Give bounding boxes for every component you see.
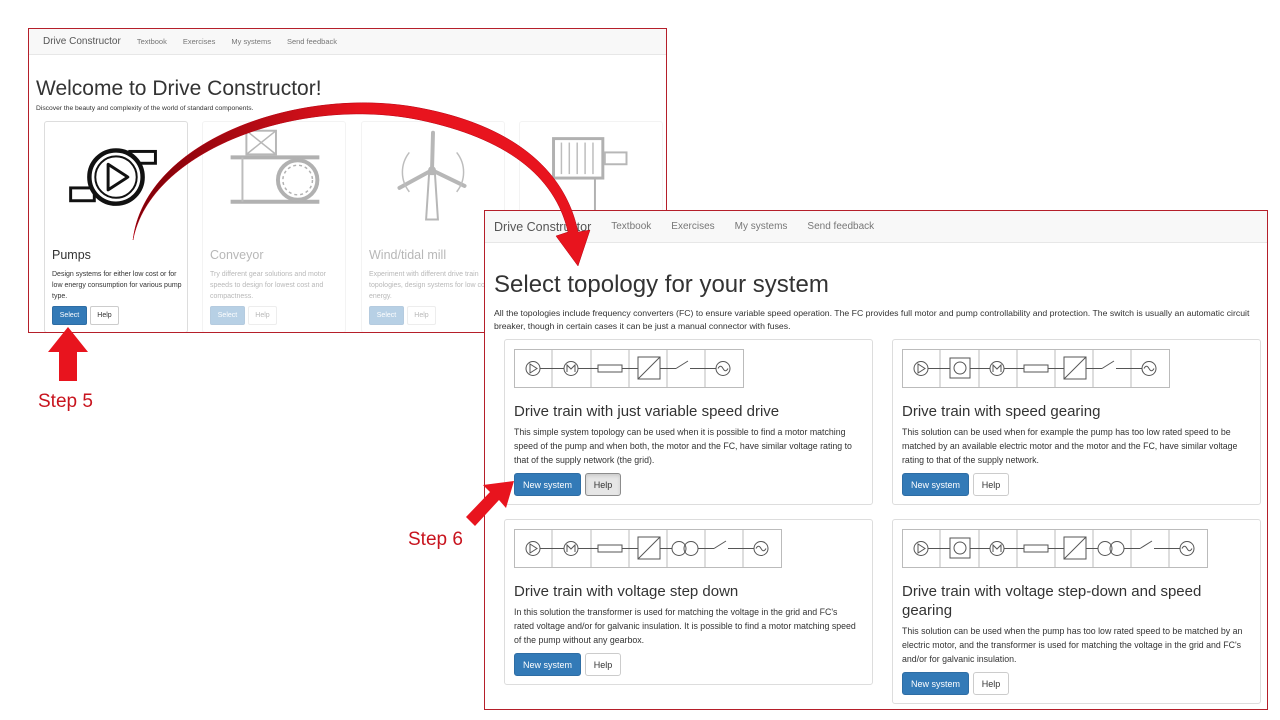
page-title: Select topology for your system [494, 271, 829, 298]
topology-card-voltage-step-down: Drive train with voltage step down In th… [504, 519, 873, 685]
page-title: Welcome to Drive Constructor! [36, 77, 322, 100]
card-description: This solution can be used when for examp… [902, 427, 1238, 465]
topology-screenshot: Drive Constructor Textbook Exercises My … [484, 210, 1268, 710]
tutorial-composite: Drive Constructor Textbook Exercises My … [0, 0, 1280, 720]
new-system-button[interactable]: New system [514, 653, 581, 676]
page-intro: All the topologies include frequency con… [494, 308, 1250, 331]
brand-link[interactable]: Drive Constructor [494, 220, 591, 234]
card-description: Design systems for either low cost or fo… [52, 271, 182, 300]
card-conveyor: Conveyor Try different gear solutions an… [202, 121, 346, 332]
new-system-button[interactable]: New system [902, 473, 969, 496]
card-title: Drive train with voltage step down [514, 583, 739, 600]
select-button[interactable]: Select [369, 306, 404, 325]
step-5-label: Step 5 [38, 391, 93, 412]
nav-send-feedback[interactable]: Send feedback [287, 37, 337, 46]
nav-send-feedback[interactable]: Send feedback [807, 221, 874, 232]
new-system-button[interactable]: New system [902, 672, 969, 695]
nav-textbook[interactable]: Textbook [611, 221, 651, 232]
drive-train-diagram-icon [902, 349, 1170, 388]
new-system-button[interactable]: New system [514, 473, 581, 496]
nav-exercises[interactable]: Exercises [671, 221, 714, 232]
select-button[interactable]: Select [52, 306, 87, 325]
card-title: Drive train with voltage step-down and s… [902, 583, 1202, 619]
drive-train-diagram-icon [514, 529, 782, 568]
pump-icon [69, 148, 157, 206]
card-title: Wind/tidal mill [369, 248, 447, 262]
help-button[interactable]: Help [407, 306, 436, 325]
help-button[interactable]: Help [90, 306, 119, 325]
help-button[interactable]: Help [585, 473, 621, 496]
wind-turbine-icon [397, 130, 467, 221]
card-description: In this solution the transformer is used… [514, 607, 856, 645]
navbar: Drive Constructor Textbook Exercises My … [29, 29, 666, 55]
card-title: Drive train with just variable speed dri… [514, 403, 780, 420]
drive-train-diagram-icon [514, 349, 744, 388]
nav-my-systems[interactable]: My systems [735, 221, 788, 232]
brand-link[interactable]: Drive Constructor [43, 36, 121, 47]
help-button[interactable]: Help [973, 672, 1009, 695]
topology-card-step-down-and-gearing: Drive train with voltage step-down and s… [892, 519, 1261, 704]
topology-card-vsd: Drive train with just variable speed dri… [504, 339, 873, 505]
card-description: Experiment with different drive train to… [369, 271, 499, 300]
card-description: This solution can be used when the pump … [902, 626, 1243, 664]
help-button[interactable]: Help [973, 473, 1009, 496]
card-pumps: Pumps Design systems for either low cost… [44, 121, 188, 332]
card-title: Drive train with speed gearing [902, 403, 1101, 420]
select-button[interactable]: Select [210, 306, 245, 325]
nav-my-systems[interactable]: My systems [231, 37, 271, 46]
page-subtitle: Discover the beauty and complexity of th… [36, 105, 254, 112]
help-button[interactable]: Help [248, 306, 277, 325]
topology-card-speed-gearing: Drive train with speed gearing This solu… [892, 339, 1261, 505]
card-description: This simple system topology can be used … [514, 427, 852, 465]
nav-textbook[interactable]: Textbook [137, 37, 167, 46]
up-arrow-icon [48, 327, 88, 381]
navbar: Drive Constructor Textbook Exercises My … [485, 211, 1267, 243]
step-6-label: Step 6 [408, 529, 463, 550]
card-title: Conveyor [210, 248, 264, 262]
nav-exercises[interactable]: Exercises [183, 37, 216, 46]
card-title: Pumps [52, 248, 91, 262]
drive-train-diagram-icon [902, 529, 1208, 568]
card-description: Try different gear solutions and motor s… [210, 271, 326, 300]
help-button[interactable]: Help [585, 653, 621, 676]
conveyor-icon [230, 129, 320, 204]
